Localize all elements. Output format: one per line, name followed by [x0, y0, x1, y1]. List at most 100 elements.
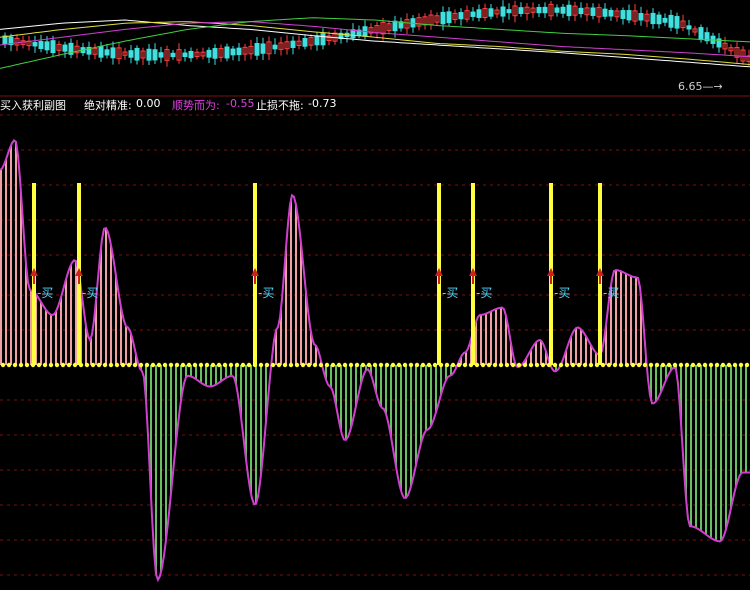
zero-dot [702, 362, 708, 368]
candle-body [566, 4, 572, 17]
zero-dot [636, 362, 642, 368]
param-value-3: -0.73 [308, 97, 337, 110]
candle-body [392, 20, 398, 32]
zero-dot [114, 362, 120, 368]
candle-body [554, 7, 560, 13]
zero-dot [324, 362, 330, 368]
candle-body [272, 44, 278, 50]
zero-dot [276, 362, 282, 368]
candle-body [110, 47, 116, 59]
zero-dot [66, 362, 72, 368]
zero-dot [24, 362, 30, 368]
zero-dot [564, 362, 570, 368]
candle-body [476, 9, 482, 18]
candle-body [542, 6, 548, 14]
zero-dot [228, 362, 234, 368]
zero-dot [414, 362, 420, 368]
param-value-1: 0.00 [136, 97, 161, 110]
candle-body [260, 43, 266, 54]
candle-body [638, 13, 644, 21]
candle-body [212, 48, 218, 59]
candle-body [470, 11, 476, 17]
zero-dot [330, 362, 336, 368]
zero-dot [642, 362, 648, 368]
candle-body [188, 50, 194, 59]
candle-body [686, 25, 692, 30]
zero-dot [522, 362, 528, 368]
candle-body [602, 8, 608, 17]
up-arrow-icon [547, 268, 555, 276]
candle-body [506, 9, 512, 14]
zero-dot [36, 362, 42, 368]
zero-dot [720, 362, 726, 368]
candle-body [458, 12, 464, 20]
zero-dot [186, 362, 192, 368]
candle-body [32, 41, 38, 47]
zero-dot [456, 362, 462, 368]
zero-dot [510, 362, 516, 368]
candle-body [170, 52, 176, 58]
zero-dot [498, 362, 504, 368]
candle-body [620, 10, 626, 19]
zero-dot [312, 362, 318, 368]
candle-body [560, 6, 566, 14]
candle-body [104, 49, 110, 56]
zero-dot [420, 362, 426, 368]
buy-label: -买 [476, 286, 493, 300]
zero-dot [342, 362, 348, 368]
zero-dot [708, 362, 714, 368]
zero-dot [162, 362, 168, 368]
zero-dot [348, 362, 354, 368]
zero-dot [126, 362, 132, 368]
buy-label: -买 [603, 286, 620, 300]
candle-body [500, 6, 506, 17]
zero-dot [558, 362, 564, 368]
zero-dot [54, 362, 60, 368]
zero-dot [132, 362, 138, 368]
zero-dot [234, 362, 240, 368]
zero-dot [516, 362, 522, 368]
zero-dot [48, 362, 54, 368]
zero-dot [744, 362, 750, 368]
indicator-title: 买入获利副图 [0, 99, 66, 112]
zero-dot [474, 362, 480, 368]
zero-dot [12, 362, 18, 368]
buy-label: -买 [37, 286, 54, 300]
candle-body [236, 47, 242, 56]
param-label-3: 止损不拖: [256, 99, 304, 112]
grid-lines [0, 114, 750, 576]
up-arrow-icon [469, 268, 477, 276]
zero-dot [354, 362, 360, 368]
candle-body [488, 8, 494, 17]
zero-dot [450, 362, 456, 368]
candle-body [44, 41, 50, 51]
candle-body [320, 33, 326, 46]
zero-dot [204, 362, 210, 368]
zero-dot [288, 362, 294, 368]
zero-dot [384, 362, 390, 368]
zero-dot [552, 362, 558, 368]
candle-body [50, 40, 56, 54]
candle-body [254, 43, 260, 56]
zero-dot [612, 362, 618, 368]
candle-body [98, 46, 104, 58]
zero-dot [282, 362, 288, 368]
candle-body [650, 12, 656, 25]
zero-dot [684, 362, 690, 368]
zero-dot [396, 362, 402, 368]
zero-dot [504, 362, 510, 368]
zero-dot [606, 362, 612, 368]
oscillator-curve [0, 138, 750, 583]
histogram-bars [0, 141, 747, 575]
candle-body [626, 10, 632, 21]
zero-dot [264, 362, 270, 368]
zero-dot [180, 362, 186, 368]
up-arrow-icon [596, 268, 604, 276]
zero-dot [582, 362, 588, 368]
candle-body [314, 35, 320, 46]
zero-dot [156, 362, 162, 368]
zero-dot [240, 362, 246, 368]
zero-dot [270, 362, 276, 368]
zero-dot [246, 362, 252, 368]
zero-dot [390, 362, 396, 368]
